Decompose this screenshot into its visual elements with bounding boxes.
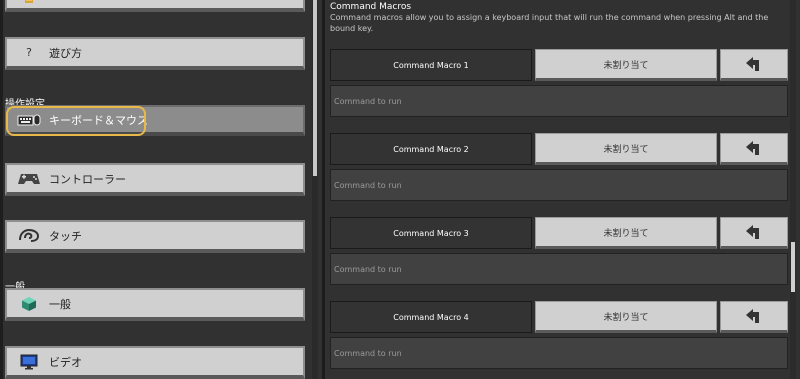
nav-item-controller[interactable]: コントローラー (5, 163, 305, 196)
right-scrollbar-thumb[interactable] (791, 242, 795, 292)
command-input[interactable]: Command to run (330, 337, 788, 369)
undo-arrow-icon (746, 57, 759, 71)
book-icon (15, 0, 43, 5)
reset-binding-button[interactable] (720, 133, 788, 165)
touch-icon (15, 228, 43, 244)
macro-binding-button[interactable]: 未割り当て (535, 217, 717, 249)
reset-binding-button[interactable] (720, 301, 788, 333)
macro-row-1: Command Macro 1 未割り当て (330, 49, 788, 81)
undo-arrow-icon (746, 141, 759, 155)
reset-binding-button[interactable] (720, 49, 788, 81)
left-edge (0, 0, 3, 379)
cube-icon (15, 296, 43, 312)
macro-binding-button[interactable]: 未割り当て (535, 301, 717, 333)
section-title: Command Macros (330, 2, 412, 12)
macro-binding-button[interactable]: 未割り当て (535, 49, 717, 81)
focus-ring (6, 106, 146, 136)
undo-arrow-icon (746, 309, 759, 323)
settings-nav-panel: ? 遊び方 操作設定 キーボード＆マウス コントローラー (0, 0, 322, 379)
command-input[interactable]: Command to run (330, 253, 788, 285)
nav-item-label: ビデオ (49, 355, 82, 369)
monitor-icon (15, 354, 43, 370)
reset-binding-button[interactable] (720, 217, 788, 249)
nav-item-top-partial[interactable] (5, 0, 305, 12)
macro-name-label: Command Macro 3 (330, 217, 532, 249)
section-description: Command macros allow you to assign a key… (330, 13, 769, 33)
nav-item-touch[interactable]: タッチ (5, 220, 305, 253)
macro-row-2: Command Macro 2 未割り当て (330, 133, 788, 165)
nav-item-label: コントローラー (49, 172, 126, 186)
command-macros-panel: Command Macros Command macros allow you … (325, 0, 800, 379)
macro-binding-button[interactable]: 未割り当て (535, 133, 717, 165)
left-scrollbar-thumb[interactable] (313, 0, 317, 176)
nav-item-label: タッチ (49, 229, 82, 243)
command-input[interactable]: Command to run (330, 85, 788, 117)
macro-row-3: Command Macro 3 未割り当て (330, 217, 788, 249)
question-icon: ? (26, 46, 32, 59)
macro-name-label: Command Macro 4 (330, 301, 532, 333)
macro-name-label: Command Macro 1 (330, 49, 532, 81)
right-scrollbar-track[interactable] (790, 0, 796, 379)
nav-item-label: 遊び方 (49, 46, 82, 60)
undo-arrow-icon (746, 225, 759, 239)
nav-item-general[interactable]: 一般 (5, 288, 305, 321)
gamepad-icon (15, 172, 43, 186)
nav-item-video[interactable]: ビデオ (5, 346, 305, 379)
nav-item-label: 一般 (49, 297, 71, 311)
macro-name-label: Command Macro 2 (330, 133, 532, 165)
command-input[interactable]: Command to run (330, 169, 788, 201)
macro-row-4: Command Macro 4 未割り当て (330, 301, 788, 333)
nav-item-how-to-play[interactable]: ? 遊び方 (5, 37, 305, 70)
